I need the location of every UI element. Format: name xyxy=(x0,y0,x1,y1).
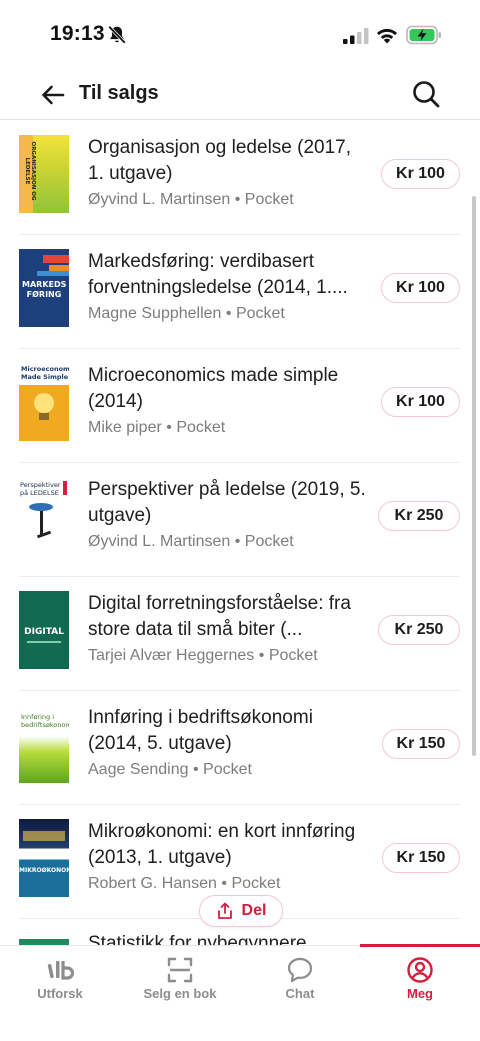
tab-label: Chat xyxy=(285,986,315,1001)
price-badge[interactable]: Kr 150 xyxy=(382,843,460,873)
book-meta: Aage Sending • Pocket xyxy=(88,761,252,779)
book-format: Pocket xyxy=(203,761,252,778)
book-title: Organisasjon og ledelse (2017, 1. utgave… xyxy=(88,137,352,184)
separator-dot: • xyxy=(234,191,241,208)
list-item[interactable]: MARKEDS FØRING Markedsføring: verdibaser… xyxy=(0,235,480,349)
book-format: Pocket xyxy=(231,875,281,892)
tab-label: Selg en bok xyxy=(143,986,217,1001)
book-author: Aage Sending xyxy=(88,761,189,778)
book-meta: Tarjei Alvær Heggernes • Pocket xyxy=(88,647,318,665)
book-cover: Perspektiver på LEDELSE xyxy=(19,477,69,555)
book-list[interactable]: ORGANISASJON OG LEDELSE Organisasjon og … xyxy=(0,121,480,945)
book-author: Øyvind L. Martinsen xyxy=(88,533,231,550)
book-author: Mike piper xyxy=(88,419,162,436)
book-format: Pocket xyxy=(244,191,294,208)
wifi-icon xyxy=(377,28,397,44)
book-format: Pocket xyxy=(176,419,226,436)
cover-title: Perspektiver på LEDELSE xyxy=(20,481,61,497)
cover-title: Microeconomics Made Simple xyxy=(21,365,69,381)
book-meta: Magne Supphellen • Pocket xyxy=(88,305,285,323)
separator-dot: • xyxy=(258,647,265,664)
book-title: Mikroøkonomi: en kort innføring (2013, 1… xyxy=(88,821,356,868)
book-cover: DIGITAL xyxy=(19,591,69,669)
scan-icon xyxy=(167,957,193,983)
book-format: Pocket xyxy=(235,305,285,322)
book-author: Øyvind L. Martinsen xyxy=(88,191,231,208)
price-badge[interactable]: Kr 250 xyxy=(378,501,460,531)
separator-dot: • xyxy=(221,875,228,892)
share-icon xyxy=(217,902,232,919)
cover-title: ORGANISASJON OG LEDELSE xyxy=(24,141,36,201)
price-badge[interactable]: Kr 100 xyxy=(381,159,460,189)
book-meta: Mike piper • Pocket xyxy=(88,419,225,437)
book-cover: Innføring i bedriftsøkonomi xyxy=(19,705,69,783)
search-icon[interactable] xyxy=(410,78,442,110)
price-badge[interactable]: Kr 100 xyxy=(381,387,460,417)
book-title: Perspektiver på ledelse (2019, 5. utgave… xyxy=(88,479,366,526)
price-badge[interactable]: Kr 100 xyxy=(381,273,460,303)
cover-title: MARKEDS FØRING xyxy=(22,280,67,299)
page-title: Til salgs xyxy=(79,82,159,104)
list-item[interactable]: Perspektiver på LEDELSE Perspektiver på … xyxy=(0,463,480,577)
share-label: Del xyxy=(241,902,267,919)
separator-dot: • xyxy=(234,533,241,550)
back-arrow-icon[interactable] xyxy=(38,80,68,110)
tab-label: Utforsk xyxy=(37,986,83,1001)
scrollbar[interactable] xyxy=(472,196,476,756)
list-item[interactable]: Microeconomics Made Simple Microeconomic… xyxy=(0,349,480,463)
book-cover: Microeconomics Made Simple xyxy=(19,363,69,441)
book-title: Markedsføring: verdibasert forventningsl… xyxy=(88,251,348,298)
price-badge[interactable]: Kr 250 xyxy=(378,615,460,645)
bell-muted-icon xyxy=(108,25,126,44)
book-title: Digital forretningsforståelse: fra store… xyxy=(88,593,351,640)
book-cover: MIKROØKONOMI xyxy=(19,819,69,897)
list-item[interactable]: ORGANISASJON OG LEDELSE Organisasjon og … xyxy=(0,121,480,235)
cover-title: Innføring i bedriftsøkonomi xyxy=(21,713,69,729)
active-tab-indicator xyxy=(360,944,480,947)
book-title: Microeconomics made simple (2014) xyxy=(88,365,339,412)
battery-charging-icon xyxy=(406,25,441,45)
chat-icon xyxy=(287,957,313,983)
tab-bar: Utforsk Selg en bok Chat Meg xyxy=(0,944,480,1041)
book-author: Tarjei Alvær Heggernes xyxy=(88,647,255,664)
tab-meg[interactable]: Meg xyxy=(360,944,480,1041)
cellular-signal-icon xyxy=(343,28,369,44)
book-format: Pocket xyxy=(268,647,318,664)
cover-title: DIGITAL xyxy=(24,627,64,637)
tab-chat[interactable]: Chat xyxy=(240,946,360,1041)
list-item[interactable]: DIGITAL Digital forretningsforståelse: f… xyxy=(0,577,480,691)
status-bar: 19:13 xyxy=(0,0,480,70)
separator-dot: • xyxy=(166,419,172,436)
book-title: Statistikk for nybegynnere xyxy=(88,933,307,945)
list-item[interactable]: Innføring i bedriftsøkonomi Innføring i … xyxy=(0,691,480,805)
tab-utforsk[interactable]: Utforsk xyxy=(0,946,120,1041)
book-author: Magne Supphellen xyxy=(88,305,222,322)
status-time: 19:13 xyxy=(50,22,105,45)
book-meta: Øyvind L. Martinsen • Pocket xyxy=(88,191,294,209)
book-cover: ORGANISASJON OG LEDELSE xyxy=(19,135,69,213)
book-author: Robert G. Hansen xyxy=(88,875,217,892)
book-format: Pocket xyxy=(244,533,294,550)
tab-selg-en-bok[interactable]: Selg en bok xyxy=(120,946,240,1041)
book-meta: Robert G. Hansen • Pocket xyxy=(88,875,280,893)
explore-icon xyxy=(47,961,74,980)
app-header: Til salgs xyxy=(0,70,480,120)
book-cover: MARKEDS FØRING xyxy=(19,249,69,327)
cover-title: MIKROØKONOMI xyxy=(19,867,69,874)
profile-icon xyxy=(407,957,433,983)
tab-label: Meg xyxy=(407,986,433,1001)
share-button[interactable]: Del xyxy=(199,895,283,927)
book-meta: Øyvind L. Martinsen • Pocket xyxy=(88,533,294,551)
separator-dot: • xyxy=(225,305,232,322)
separator-dot: • xyxy=(192,761,199,778)
price-badge[interactable]: Kr 150 xyxy=(382,729,460,759)
book-title: Innføring i bedriftsøkonomi (2014, 5. ut… xyxy=(88,707,313,754)
